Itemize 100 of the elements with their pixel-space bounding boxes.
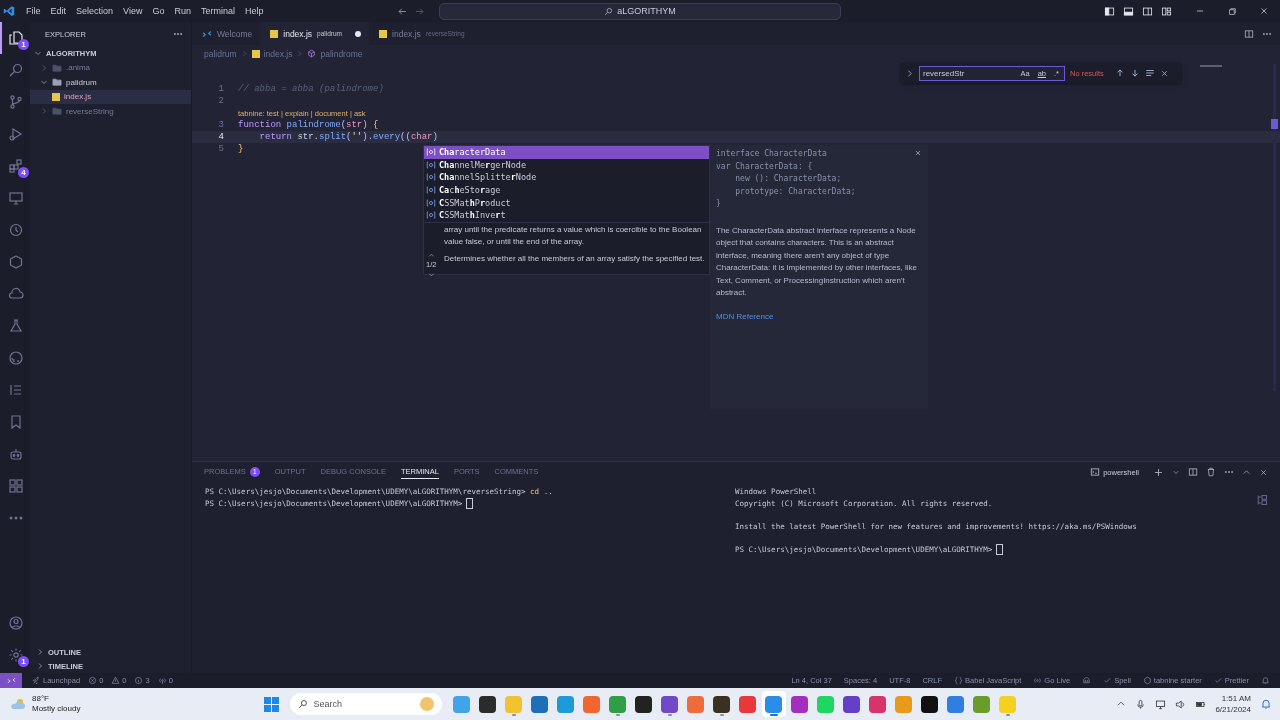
tree-item[interactable]: .anima (30, 60, 191, 75)
suggestion-item[interactable]: ChannelSplitterNode (424, 171, 709, 184)
previous-icon[interactable] (427, 252, 435, 259)
tree-item[interactable]: reverseString (30, 104, 191, 119)
next-icon[interactable] (427, 271, 435, 278)
cloud-sun-icon (10, 696, 26, 712)
show-hidden-icons-icon[interactable] (1116, 699, 1127, 709)
files-icon (8, 30, 24, 46)
close-icon (1259, 6, 1269, 16)
microphone-icon[interactable] (1135, 698, 1147, 710)
menu-item[interactable]: Edit (45, 2, 72, 20)
previous-match-icon[interactable] (1114, 68, 1125, 78)
check-icon (1103, 676, 1113, 685)
close-icon[interactable] (1259, 467, 1268, 477)
sidebar-toggle-icon[interactable] (1104, 5, 1115, 17)
command-center[interactable]: aLGORITHYM (439, 2, 841, 20)
symbol-icon (426, 172, 436, 183)
function-symbol-icon (307, 49, 317, 58)
clock[interactable]: 1:51 AM 6/21/2024 (1215, 693, 1251, 715)
clock-icon (8, 222, 24, 238)
line-number: 3 (217, 119, 225, 130)
symbol-icon (426, 147, 436, 158)
chevron-icon[interactable] (1172, 468, 1180, 476)
badge: 4 (18, 167, 29, 178)
back-icon[interactable] (397, 5, 408, 17)
line-number: 5 (217, 144, 225, 155)
next-match-icon[interactable] (1129, 68, 1140, 78)
info-icon (134, 676, 144, 685)
robot-icon (8, 446, 24, 462)
code-line: return str.split('').every((char) (258, 132, 438, 143)
tree-item[interactable]: palidrum (30, 75, 191, 90)
network-icon[interactable] (1155, 698, 1167, 710)
terminal-tabs-icon[interactable] (1256, 494, 1268, 506)
menu-item[interactable]: File (21, 2, 46, 20)
remote-icon (6, 676, 16, 685)
search-icon (604, 6, 614, 16)
split-editor-icon[interactable] (1244, 28, 1254, 39)
unsaved-dot (355, 30, 362, 37)
cloud-icon (8, 286, 24, 302)
menu-item[interactable]: Terminal (195, 2, 240, 20)
search-icon (8, 62, 24, 78)
forward-icon[interactable] (414, 5, 425, 17)
line-number: 2 (217, 96, 225, 107)
suggestion-item[interactable]: CharacterData (424, 146, 709, 159)
bookmark-icon (8, 414, 24, 430)
gear-icon (8, 647, 24, 663)
symbol-icon (426, 185, 436, 196)
remote-button[interactable] (0, 673, 22, 688)
split-icon[interactable] (1188, 467, 1198, 477)
suggestion-item[interactable]: CacheStorage (424, 183, 709, 197)
volume-icon[interactable] (1175, 698, 1187, 710)
badge: 1 (18, 39, 29, 50)
javascript-file-icon (270, 29, 279, 38)
taskbar-search[interactable]: Search (289, 693, 442, 715)
gear-button[interactable]: 1 (0, 639, 30, 671)
menu-item[interactable]: Go (147, 2, 170, 20)
line-number: 1 (217, 84, 225, 95)
maximize-icon[interactable] (1242, 467, 1251, 477)
find-in-selection-icon[interactable] (1144, 68, 1155, 78)
menu-item[interactable]: Help (239, 2, 269, 20)
symbol-icon (426, 159, 436, 170)
breadcrumb-item[interactable]: index.js (263, 48, 293, 59)
chevron-icon (240, 50, 248, 57)
weather-widget[interactable]: 88°F Mostly cloudy (0, 694, 264, 714)
javascript-file-icon (251, 49, 260, 58)
breadcrumb-item[interactable]: palindrome (320, 48, 363, 59)
panel-toggle-icon[interactable] (1123, 5, 1134, 17)
layout-icon[interactable] (1161, 5, 1172, 17)
list-icon (8, 382, 24, 398)
bell-icon[interactable] (1261, 676, 1270, 685)
start-button[interactable] (263, 696, 279, 712)
code-line: function palindrome(str) { (238, 119, 379, 130)
close-icon[interactable] (1159, 68, 1169, 78)
secondary-sidebar-icon[interactable] (1142, 5, 1153, 17)
code-line: // abba = abba (palindrome) (238, 84, 384, 95)
search-icon (297, 699, 308, 709)
trash-icon[interactable] (1206, 467, 1216, 477)
restore-icon (1227, 6, 1237, 16)
folder-icon (52, 62, 62, 73)
warning-icon (111, 676, 121, 685)
suggestion-item[interactable]: CSSMathProduct (424, 196, 709, 209)
menu-item[interactable]: Selection (71, 2, 119, 20)
hint-text: array until the predicate returns a value which is coercible to the Boolean value false, or until the end of the array. (444, 224, 703, 248)
menu-item[interactable]: Run (169, 2, 196, 20)
close-icon[interactable] (914, 149, 922, 157)
scrollbar-thumb[interactable] (1271, 119, 1278, 129)
suggestion-item[interactable]: CSSMathInvert (424, 208, 709, 222)
breadcrumb-item[interactable]: palidrum (204, 48, 237, 59)
folder-icon (52, 77, 62, 88)
mdn-reference-link[interactable]: MDN Reference (716, 312, 774, 322)
notification-icon[interactable] (1260, 698, 1272, 710)
toggle-replace-icon[interactable] (905, 68, 914, 78)
error-icon (88, 676, 98, 685)
check-icon (1213, 676, 1223, 685)
suggestion-item[interactable]: ChannelMergerNode (424, 158, 709, 172)
code-line: } (238, 144, 244, 155)
menu-item[interactable]: View (118, 2, 148, 20)
blocks-tab[interactable]: 4 (0, 150, 30, 182)
add-icon[interactable] (1153, 466, 1164, 478)
tree-item[interactable]: index.js (30, 89, 191, 104)
